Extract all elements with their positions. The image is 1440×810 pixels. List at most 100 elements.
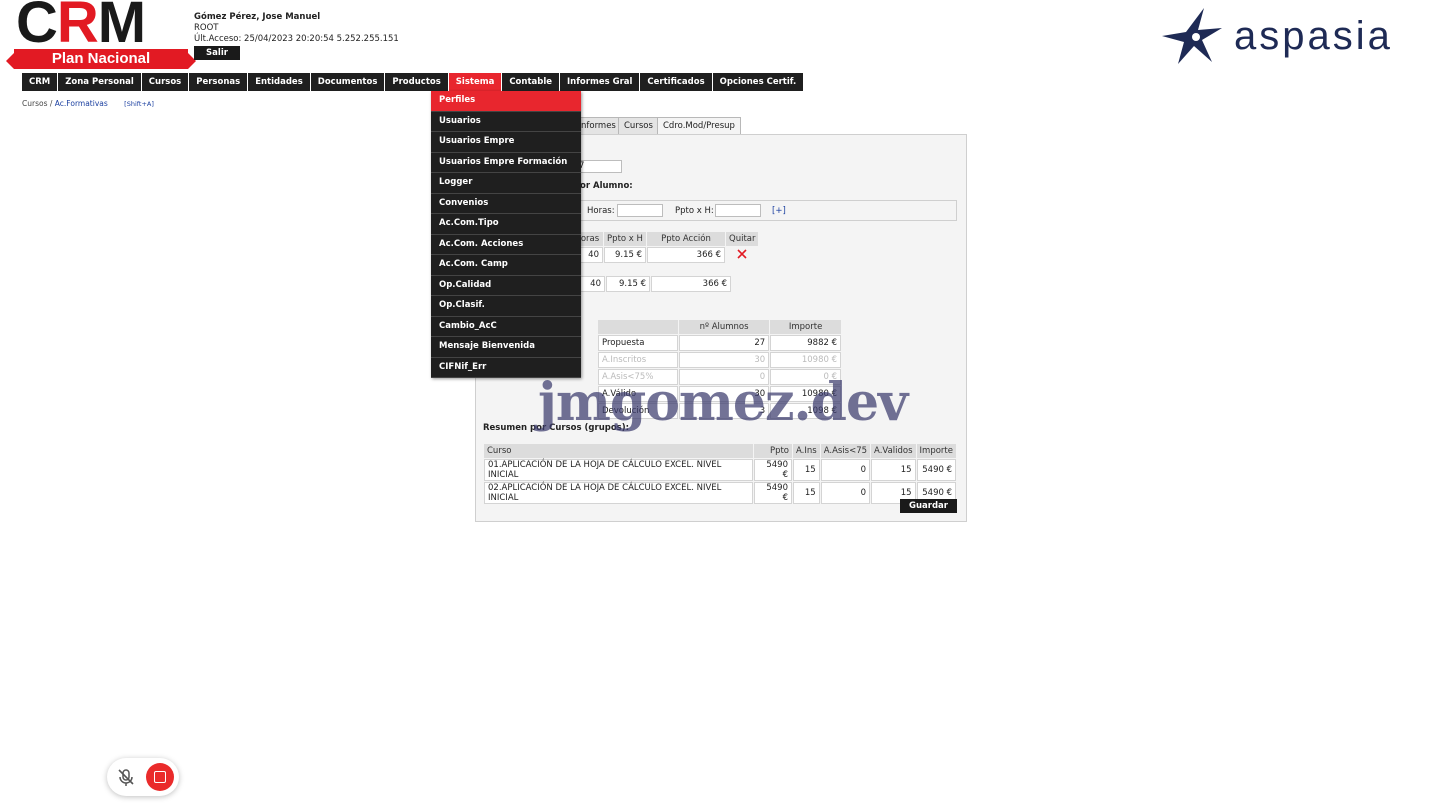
- mic-off-icon: [118, 769, 134, 786]
- menu-item-usuarios[interactable]: Usuarios: [431, 112, 581, 132]
- budget-ppto-accion: 366 €: [647, 247, 725, 263]
- aspasia-logo: aspasia: [1160, 6, 1430, 70]
- save-button[interactable]: Guardar: [900, 499, 957, 513]
- user-info: Gómez Pérez, Jose Manuel ROOT Últ.Acceso…: [194, 12, 399, 45]
- last-access: Últ.Acceso: 25/04/2023 20:20:54 5.252.25…: [194, 34, 399, 44]
- stop-recording-button[interactable]: [146, 763, 174, 791]
- menu-item-cambio-acc[interactable]: Cambio_AcC: [431, 317, 581, 337]
- nav-item-certificados[interactable]: Certificados: [640, 73, 713, 91]
- nav-item-cursos[interactable]: Cursos: [141, 73, 190, 91]
- resumen-table: Curso Ppto A.Ins A.Asis<75 A.Validos Importe …: [483, 443, 957, 505]
- summary-col-blank: [598, 320, 678, 334]
- nav-item-informes-gral[interactable]: Informes Gral: [560, 73, 641, 91]
- resumen-cell: 5490 €: [916, 459, 956, 481]
- resumen-col-a-validos: A.Validos: [871, 444, 916, 458]
- menu-item-perfiles[interactable]: Perfiles: [431, 91, 581, 112]
- resumen-col-curso: Curso: [484, 444, 754, 458]
- shortcut-hint: [Shift+A]: [124, 100, 154, 108]
- total-horas: 40: [577, 276, 605, 292]
- nav-item-crm[interactable]: CRM: [22, 73, 59, 91]
- summary-cell-importe: 9882 €: [770, 335, 841, 351]
- tab-cdro-mod-presup[interactable]: Cdro.Mod/Presup: [657, 117, 741, 135]
- summary-row: A.Inscritos 30 10980 €: [598, 352, 841, 368]
- alumnos-input[interactable]: 7: [574, 160, 622, 173]
- nav-item-sistema[interactable]: Sistema: [448, 73, 503, 91]
- tab-informes[interactable]: nformes: [576, 117, 622, 135]
- resumen-cell: 15: [793, 459, 820, 481]
- budget-totals: 40 9.15 € 366 €: [576, 275, 732, 293]
- resumen-cell: 01.APLICACIÓN DE LA HOJA DE CÁLCULO EXCE…: [484, 459, 754, 481]
- breadcrumb-current[interactable]: Ac.Formativas: [55, 99, 108, 108]
- sistema-dropdown-menu: Perfiles Usuarios Usuarios Empre Usuarios E…: [431, 91, 581, 378]
- resumen-cell: 5490 €: [754, 482, 792, 504]
- summary-cell-importe: 10980 €: [770, 352, 841, 368]
- resumen-col-ppto: Ppto: [754, 444, 792, 458]
- summary-col-alumnos: nº Alumnos: [679, 320, 770, 334]
- section-alumno-label: or Alumno:: [580, 181, 633, 191]
- col-ppto-accion: Ppto Acción: [647, 232, 725, 246]
- resumen-col-a-asis-75: A.Asis<75: [820, 444, 871, 458]
- table-row: 02.APLICACIÓN DE LA HOJA DE CÁLCULO EXCE…: [484, 482, 956, 504]
- resumen-cell: 15: [793, 482, 820, 504]
- menu-item-usuarios-empre[interactable]: Usuarios Empre: [431, 132, 581, 153]
- menu-item-ac-com-acciones[interactable]: Ac.Com. Acciones: [431, 235, 581, 255]
- nav-item-entidades[interactable]: Entidades: [248, 73, 311, 91]
- watermark: jmgomez.dev: [538, 372, 908, 433]
- remove-row-button[interactable]: [726, 247, 759, 263]
- menu-item-convenios[interactable]: Convenios: [431, 194, 581, 214]
- total-ppto-h: 9.15 €: [606, 276, 650, 292]
- aspasia-star-icon: [1162, 8, 1222, 64]
- breadcrumb-separator: /: [49, 99, 53, 108]
- summary-cell-alumnos: 30: [679, 352, 770, 368]
- col-quitar: Quitar: [726, 232, 759, 246]
- nav-item-opciones-certif[interactable]: Opciones Certif.: [712, 73, 805, 91]
- total-ppto-accion: 366 €: [651, 276, 731, 292]
- horas-input[interactable]: [617, 204, 663, 217]
- menu-item-ac-com-camp[interactable]: Ac.Com. Camp: [431, 255, 581, 276]
- close-icon: [737, 248, 747, 259]
- resumen-cell: 5490 €: [754, 459, 792, 481]
- crm-logo-text: CRM: [16, 0, 146, 55]
- nav-item-productos[interactable]: Productos: [385, 73, 449, 91]
- nav-item-personas[interactable]: Personas: [189, 73, 249, 91]
- col-ppto-h: Ppto x H: [604, 232, 646, 246]
- summary-cell-label: Propuesta: [598, 335, 678, 351]
- crm-logo-banner: Plan Nacional: [6, 49, 196, 69]
- resumen-cell: 15: [871, 459, 916, 481]
- menu-item-op-clasif[interactable]: Op.Clasif.: [431, 296, 581, 317]
- tab-cursos[interactable]: Cursos: [618, 117, 659, 135]
- user-name: Gómez Pérez, Jose Manuel: [194, 12, 321, 22]
- summary-row: Propuesta 27 9882 €: [598, 335, 841, 351]
- horas-label: Horas:: [587, 206, 615, 216]
- budget-ppto-h: 9.15 €: [604, 247, 646, 263]
- resumen-cell: 0: [820, 459, 871, 481]
- breadcrumb-root[interactable]: Cursos: [22, 99, 47, 108]
- summary-col-importe: Importe: [770, 320, 841, 334]
- summary-cell-label: A.Inscritos: [598, 352, 678, 368]
- menu-item-op-calidad[interactable]: Op.Calidad: [431, 276, 581, 296]
- summary-cell-alumnos: 27: [679, 335, 770, 351]
- nav-item-contable[interactable]: Contable: [502, 73, 561, 91]
- menu-item-mensaje-bienvenida[interactable]: Mensaje Bienvenida: [431, 337, 581, 358]
- main-nav: CRM Zona Personal Cursos Personas Entidades D…: [22, 73, 805, 91]
- resumen-col-a-ins: A.Ins: [793, 444, 820, 458]
- breadcrumb: Cursos / Ac.Formativas [Shift+A]: [22, 99, 154, 108]
- budget-table: oras Ppto x H Ppto Acción Quitar 40 9.15…: [576, 231, 759, 264]
- aspasia-logo-text: aspasia: [1234, 14, 1393, 58]
- nav-item-zona-personal[interactable]: Zona Personal: [58, 73, 142, 91]
- ppto-h-label: Ppto x H:: [675, 206, 714, 216]
- resumen-cell: 0: [820, 482, 871, 504]
- menu-item-logger[interactable]: Logger: [431, 173, 581, 194]
- menu-item-usuarios-empre-formaci-n[interactable]: Usuarios Empre Formación: [431, 153, 581, 173]
- crm-logo: CRM Plan Nacional: [6, 0, 196, 70]
- mute-microphone-button[interactable]: [115, 766, 137, 788]
- resumen-col-importe: Importe: [916, 444, 956, 458]
- table-row: 01.APLICACIÓN DE LA HOJA DE CÁLCULO EXCE…: [484, 459, 956, 481]
- recording-controls: [107, 758, 179, 796]
- user-role: ROOT: [194, 23, 219, 33]
- logout-button[interactable]: Salir: [194, 46, 240, 60]
- ppto-h-input[interactable]: [715, 204, 761, 217]
- menu-item-ac-com-tipo[interactable]: Ac.Com.Tipo: [431, 214, 581, 235]
- add-row-link[interactable]: [+]: [772, 206, 786, 216]
- nav-item-documentos[interactable]: Documentos: [310, 73, 386, 91]
